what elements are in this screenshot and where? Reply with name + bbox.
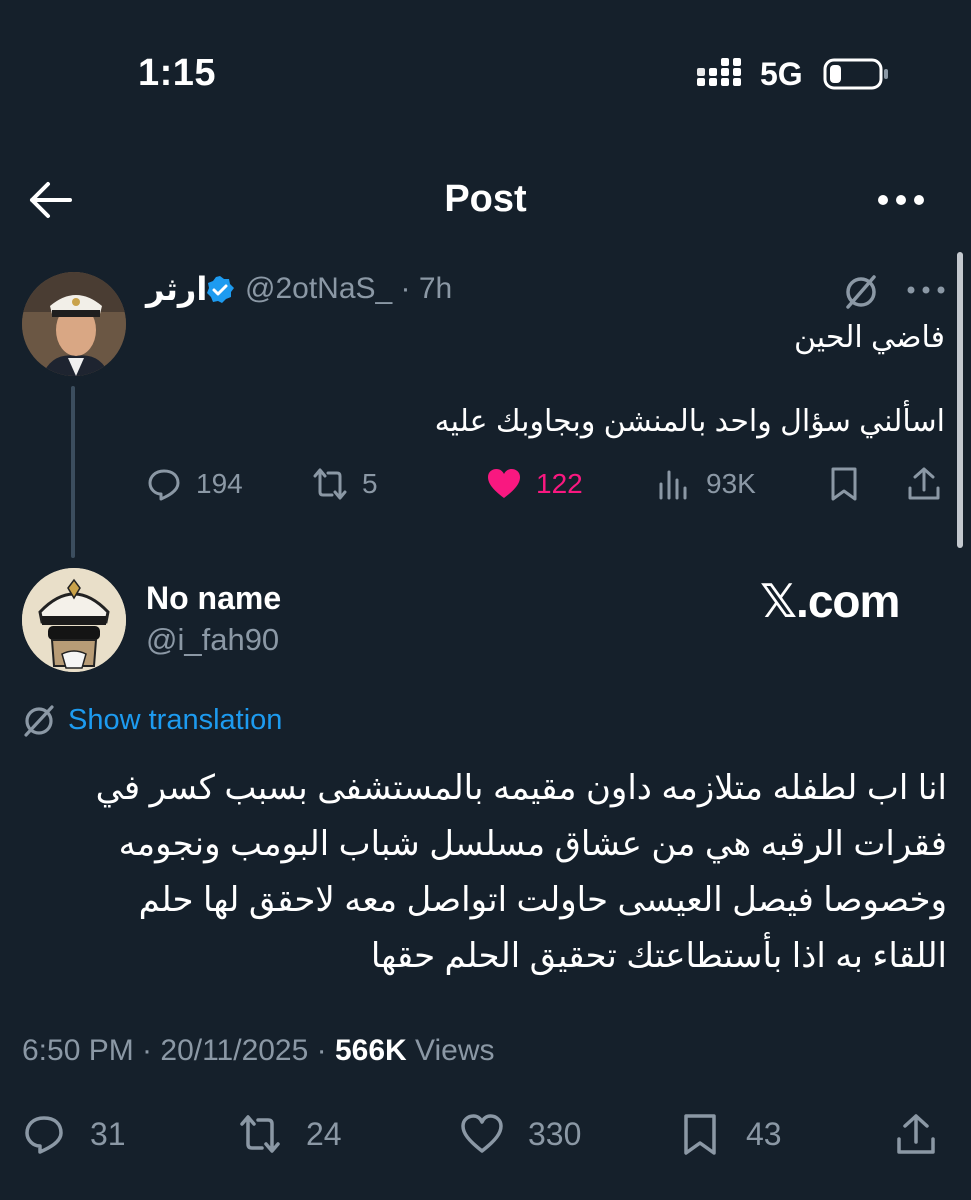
reply-icon — [25, 1116, 63, 1154]
tweet-text-line: انا اب لطفله متلازمه داون مقيمه بالمستشف… — [95, 769, 947, 807]
views-label: Views — [406, 1034, 495, 1067]
tweet-text-line: اللقاء به اذا بأستطاعتك تحقيق الحلم حقها — [370, 937, 947, 975]
avatar[interactable] — [22, 568, 126, 672]
reply-button[interactable]: 31 — [22, 1112, 126, 1156]
reply-icon — [148, 469, 180, 501]
bookmark-button[interactable]: 43 — [678, 1112, 782, 1156]
battery-icon — [823, 58, 888, 90]
tweet-text-line: اسألني سؤال واحد بالمنشن وبجاوبك عليه — [434, 405, 945, 438]
share-button[interactable] — [894, 1112, 938, 1156]
tweet-text-line: وخصوصا فيصل العيسى حاولت اتواصل معه لاحق… — [138, 881, 947, 919]
watermark-text: 𝕏.com — [760, 575, 900, 627]
repost-icon — [313, 468, 347, 500]
grok-icon — [24, 705, 54, 737]
page-title: Post — [444, 178, 527, 220]
share-icon — [908, 467, 940, 500]
views-button[interactable]: 93K — [656, 466, 756, 502]
author-handle-time[interactable]: @2otNaS_ · 7h — [245, 272, 452, 306]
repost-button[interactable]: 24 — [238, 1112, 342, 1156]
bookmark-icon — [684, 1114, 716, 1155]
like-count: 122 — [536, 468, 583, 499]
tweet-timestamp[interactable]: 6:50 PM · 20/11/2025 · — [22, 1034, 335, 1067]
thread-line — [71, 386, 75, 558]
reply-button[interactable]: 194 — [146, 466, 243, 502]
verified-badge-icon — [207, 276, 234, 303]
avatar-image — [22, 568, 126, 672]
bookmark-icon — [831, 467, 857, 501]
views-count: 566K — [334, 1034, 407, 1067]
tweet-text-line: فقرات الرقبه هي من عشاق مسلسل شباب البوم… — [118, 825, 947, 863]
tweet-meta: 6:50 PM · 20/11/2025 · 566K Views — [22, 1034, 495, 1068]
signal-icon — [697, 58, 741, 86]
repost-icon — [240, 1115, 280, 1153]
author-name[interactable]: ارثر — [146, 270, 207, 308]
grok-icon[interactable] — [843, 274, 879, 310]
scrollbar[interactable] — [957, 252, 963, 548]
reply-count: 194 — [196, 468, 243, 499]
avatar-image — [22, 272, 126, 376]
tweet-body: انا اب لطفله متلازمه داون مقيمه بالمستشف… — [27, 760, 947, 984]
tweet-more-icon[interactable] — [906, 282, 946, 298]
reply-count: 31 — [90, 1115, 126, 1152]
repost-count: 5 — [362, 468, 378, 499]
tweet-text-line: فاضي الحين — [793, 321, 945, 354]
share-icon — [897, 1114, 935, 1154]
bookmark-count: 43 — [746, 1115, 782, 1152]
avatar[interactable] — [22, 272, 126, 376]
views-chart-icon — [659, 470, 687, 500]
author-handle[interactable]: @i_fah90 — [146, 622, 279, 658]
views-count: 93K — [706, 468, 756, 499]
like-button[interactable]: 330 — [460, 1112, 581, 1156]
bookmark-button[interactable] — [826, 466, 862, 502]
heart-icon — [461, 1114, 503, 1153]
like-count: 330 — [528, 1115, 582, 1152]
network-label: 5G — [760, 56, 803, 92]
like-button[interactable]: 122 — [486, 466, 583, 502]
more-options-icon[interactable] — [877, 190, 925, 210]
show-translation-link[interactable]: Show translation — [68, 704, 282, 737]
heart-filled-icon — [488, 469, 520, 498]
author-name[interactable]: No name — [146, 580, 281, 617]
share-button[interactable] — [906, 466, 942, 502]
status-time: 1:15 — [138, 52, 217, 94]
repost-count: 24 — [306, 1115, 342, 1152]
repost-button[interactable]: 5 — [312, 466, 378, 502]
